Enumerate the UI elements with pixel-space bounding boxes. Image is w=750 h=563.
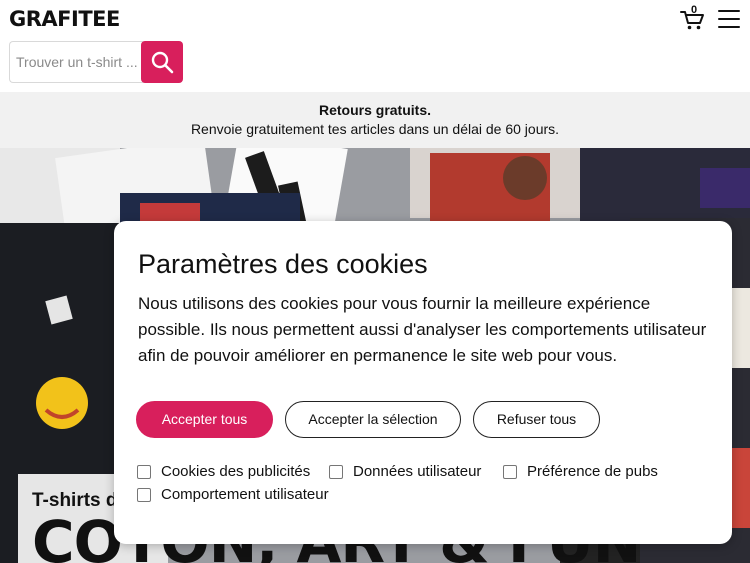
cookie-option-user-behavior[interactable]: Comportement utilisateur: [137, 486, 329, 503]
banner-title: Retours gratuits.: [318, 102, 431, 118]
cookie-option-ad-preference[interactable]: Préférence de pubs: [503, 463, 658, 480]
ads-cookies-checkbox[interactable]: [137, 464, 151, 479]
site-header: GRAFITEE 0: [0, 0, 750, 92]
search-icon: [151, 51, 174, 74]
cart-count-badge: 0: [691, 4, 698, 16]
search-bar: [9, 41, 183, 83]
cookie-option-user-data[interactable]: Données utilisateur: [329, 463, 481, 480]
cookie-dialog-title: Paramètres des cookies: [138, 249, 428, 279]
accept-all-button[interactable]: Accepter tous: [136, 401, 273, 438]
cookie-option-label: Cookies des publicités: [161, 463, 311, 480]
refuse-all-button[interactable]: Refuser tous: [473, 401, 600, 438]
search-input[interactable]: [9, 41, 143, 83]
free-returns-banner: Retours gratuits. Renvoie gratuitement t…: [0, 92, 750, 148]
cookie-settings-dialog: Paramètres des cookies Nous utilisons de…: [114, 221, 732, 544]
cookie-dialog-text: Nous utilisons des cookies pour vous fou…: [138, 294, 707, 365]
user-behavior-checkbox[interactable]: [137, 487, 151, 502]
cookie-option-label: Données utilisateur: [353, 463, 482, 480]
cookie-option-label: Préférence de pubs: [527, 463, 658, 480]
cookie-option-ads[interactable]: Cookies des publicités: [137, 463, 310, 480]
menu-icon[interactable]: [718, 10, 740, 28]
cookie-option-label: Comportement utilisateur: [161, 486, 329, 503]
banner-text: Renvoie gratuitement tes articles dans u…: [190, 121, 560, 137]
ad-preference-checkbox[interactable]: [503, 464, 517, 479]
user-data-checkbox[interactable]: [329, 464, 343, 479]
search-button[interactable]: [141, 41, 183, 83]
site-logo[interactable]: GRAFITEE: [9, 7, 120, 31]
accept-selection-button[interactable]: Accepter la sélection: [285, 401, 461, 438]
